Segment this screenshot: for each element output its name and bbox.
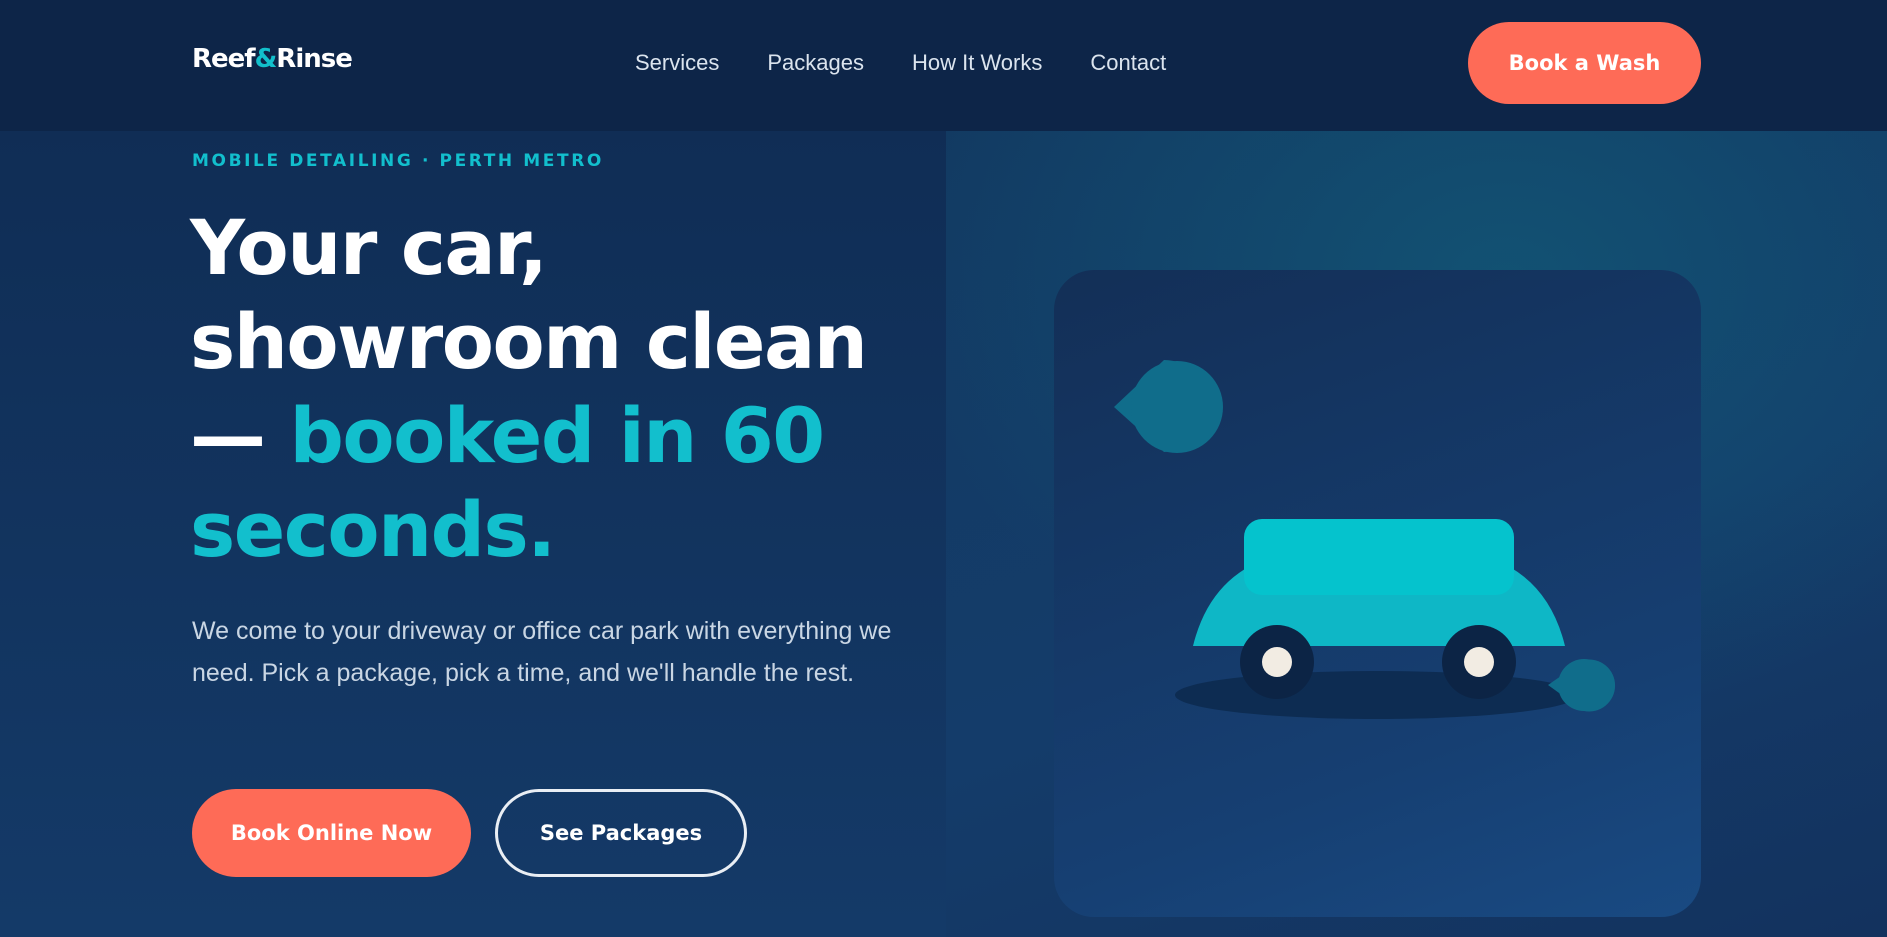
- nav-link-contact[interactable]: Contact: [1090, 50, 1166, 76]
- headline-accent-text: booked in 60 seconds.: [190, 391, 825, 574]
- hero-eyebrow: MOBILE DETAILING · PERTH METRO: [192, 151, 604, 171]
- book-online-now-button[interactable]: Book Online Now: [192, 789, 471, 877]
- main-nav: Services Packages How It Works Contact: [635, 50, 1166, 76]
- logo-text-reef: Reef: [192, 44, 256, 74]
- book-a-wash-button[interactable]: Book a Wash: [1468, 22, 1701, 104]
- hero-subtext: We come to your driveway or office car p…: [192, 617, 892, 687]
- car-shadow: [1175, 671, 1579, 719]
- hero-illustration-card: [1054, 270, 1701, 917]
- nav-link-services[interactable]: Services: [635, 50, 719, 76]
- logo-ampersand: &: [254, 44, 278, 74]
- water-drop-icon: [1114, 360, 1223, 453]
- nav-link-how-it-works[interactable]: How It Works: [912, 50, 1042, 76]
- site-header: Reef&Rinse Services Packages How It Work…: [0, 0, 1887, 131]
- logo[interactable]: Reef&Rinse: [192, 44, 353, 74]
- nav-link-packages[interactable]: Packages: [767, 50, 864, 76]
- see-packages-button[interactable]: See Packages: [495, 789, 747, 877]
- hero-headline: Your car, showroom clean — booked in 60 …: [190, 201, 950, 577]
- logo-text-rinse: Rinse: [276, 44, 353, 74]
- car-illustration: [1114, 360, 1616, 719]
